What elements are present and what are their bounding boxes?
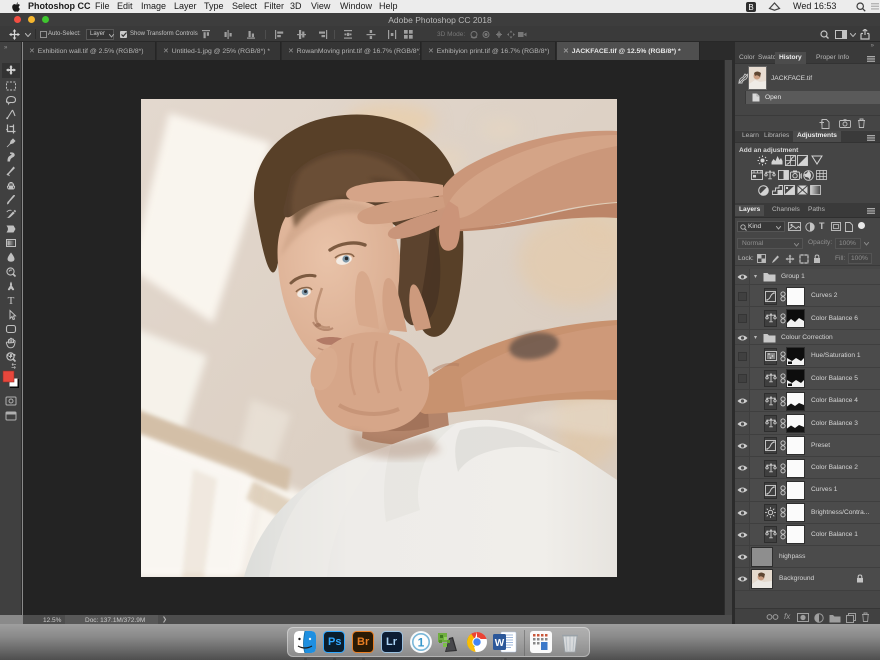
svg-text:1: 1: [418, 636, 425, 650]
svg-text:B: B: [748, 3, 753, 12]
svg-text:»: »: [4, 45, 8, 51]
svg-text:W: W: [495, 638, 505, 649]
svg-text:T: T: [8, 295, 15, 307]
